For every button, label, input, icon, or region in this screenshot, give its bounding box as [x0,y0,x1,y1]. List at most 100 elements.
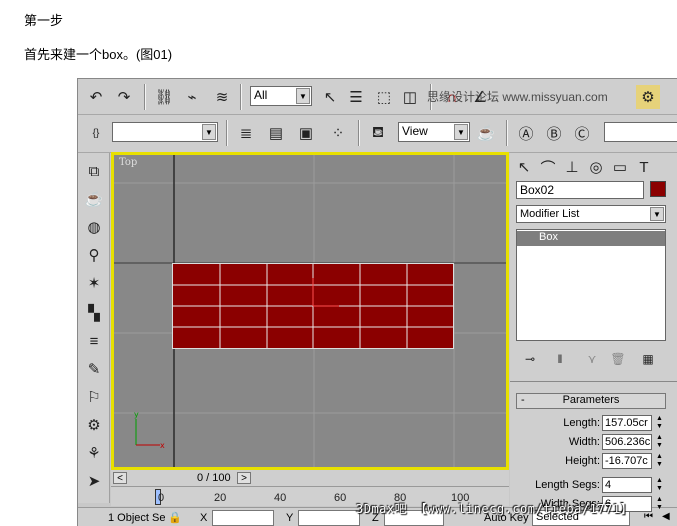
brush-icon[interactable]: ✎ [82,357,106,381]
light-icon[interactable]: ⚲ [82,243,106,267]
object-color-swatch[interactable] [650,181,666,197]
modify-tab-icon[interactable]: ⌒ [536,155,560,179]
parameters-title: Parameters [562,394,620,406]
ruler-tick: 0 [158,492,165,504]
ruler-tick: 40 [274,492,287,504]
command-panel: ↖ ⌒ ⊥ ◎ ▭ T Box02 Modifier List ▼ Box ⊸ … [510,153,677,512]
box-object[interactable] [172,263,454,349]
length-input[interactable]: 157.05cr [602,415,652,431]
redo-icon[interactable]: ↷ [112,85,136,109]
panel-divider [510,381,677,382]
quick-render-icon[interactable]: ☕ [474,121,498,145]
watermark-top: 思缘设计论坛 www.missyuan.com [427,90,608,104]
box-create-icon[interactable]: ⧉ [82,159,106,183]
modifier-stack[interactable]: Box [516,229,666,341]
spinner-icon[interactable]: ▲ ▼ [656,453,664,469]
remove-modifier-icon[interactable]: 🗑 [606,347,630,371]
max-application-window: ↶ ↷ ⛓ ⌁ ≋ All ▼ ↖ ☰ ⬚ ◫ ∩ ∠ ⚙ {} ▼ ≣ ▤ ▣… [77,78,677,526]
param-width: Width: 506.236c ▲ ▼ [516,434,666,452]
spinner-icon[interactable]: ▲ ▼ [656,415,664,431]
window-crossing-icon[interactable]: ◫ [398,85,422,109]
render-b-icon[interactable]: Ⓑ [542,121,566,145]
configure-sets-icon[interactable]: ▦ [636,347,660,371]
pan-icon[interactable]: ➤ [82,469,106,493]
create-tab-icon[interactable]: ↖ [512,155,536,179]
helper-icon[interactable]: ⚘ [82,441,106,465]
reference-coord-dropdown[interactable]: View ▼ [398,122,470,142]
sphere-icon[interactable]: ◍ [82,215,106,239]
teapot-icon[interactable]: ☕ [82,187,106,211]
curve-editor-icon[interactable]: ▤ [264,121,288,145]
paint-icon[interactable]: ⚐ [82,385,106,409]
next-frame-icon[interactable]: > [237,472,251,484]
y-label: Y [286,512,294,524]
render-c-icon[interactable]: Ⓒ [570,121,594,145]
chevron-down-icon: ▼ [202,124,216,140]
stack-item-box[interactable]: Box [517,231,665,246]
spinner-icon[interactable]: ▲ ▼ [656,434,664,450]
pin-stack-icon[interactable]: ⊸ [518,347,542,371]
y-coordinate-field[interactable] [298,510,360,526]
select-link-icon[interactable]: ⛓ [152,85,176,109]
modifier-list-dropdown[interactable]: Modifier List ▼ [516,205,666,223]
show-end-result-icon[interactable]: ‖ [548,347,572,371]
utilities-tab-icon[interactable]: T [632,155,656,179]
article-heading: 第一步 [24,13,64,28]
character-icon[interactable]: ✶ [82,271,106,295]
layer-manager-icon[interactable]: ≣ [234,121,258,145]
x-coordinate-field[interactable] [212,510,274,526]
lock-icon[interactable]: 🔒 [168,511,182,524]
prev-frame-icon[interactable]: < [113,472,127,484]
gear-icon[interactable]: ⚙ [82,413,106,437]
rectangle-selection-icon[interactable]: ⬚ [372,85,396,109]
svg-text:x: x [160,441,165,450]
param-label: Length: [563,417,600,429]
render-setup-icon[interactable]: ⛾ [366,121,390,145]
param-height: Height: -16.707c ▲ ▼ [516,453,666,471]
unlink-icon[interactable]: ⌁ [180,85,204,109]
width-input[interactable]: 506.236c [602,434,652,450]
toolbar-separator [144,84,146,110]
stack-icon[interactable]: ≡ [82,329,106,353]
top-viewport[interactable]: y x Top [111,152,509,470]
selection-filter-value: All [254,88,268,102]
hierarchy-tab-icon[interactable]: ⊥ [560,155,584,179]
param-length: Length: 157.05cr ▲ ▼ [516,415,666,433]
material-editor-icon[interactable]: ⁘ [326,121,350,145]
named-selection-dropdown[interactable]: ▼ [112,122,218,142]
motion-tab-icon[interactable]: ◎ [584,155,608,179]
left-tool-strip: ⧉ ☕ ◍ ⚲ ✶ ▚ ≡ ✎ ⚐ ⚙ ⚘ ➤ [78,153,110,503]
secondary-toolbar: {} ▼ ≣ ▤ ▣ ⁘ ⛾ View ▼ ☕ Ⓐ Ⓑ Ⓒ [78,115,677,153]
collapse-icon: - [521,394,525,406]
x-label: X [200,512,208,524]
height-input[interactable]: -16.707c [602,453,652,469]
highlighted-tool-icon[interactable]: ⚙ [636,85,660,109]
spinner-icon[interactable]: ▲ ▼ [656,496,664,512]
bind-space-warp-icon[interactable]: ≋ [210,85,234,109]
time-slider[interactable]: < 0 / 100 > [111,470,509,486]
ruler-tick: 20 [214,492,227,504]
select-by-name-icon[interactable]: ☰ [344,85,368,109]
make-unique-icon[interactable]: ⋎ [580,347,604,371]
toolbar-separator [358,120,360,146]
frame-counter: 0 / 100 [197,472,231,484]
render-preset-field[interactable] [604,122,677,142]
reference-coord-value: View [402,124,428,138]
named-selection-icon[interactable]: {} [84,121,108,145]
length-segs-input[interactable]: 4 [602,477,652,493]
checker-icon[interactable]: ▚ [82,301,106,325]
object-name-field[interactable]: Box02 [516,181,644,199]
display-tab-icon[interactable]: ▭ [608,155,632,179]
toolbar-separator [226,120,228,146]
selection-count: 1 Object Se [108,512,166,524]
chevron-down-icon: ▼ [650,207,664,221]
select-object-icon[interactable]: ↖ [318,85,342,109]
spinner-icon[interactable]: ▲ ▼ [656,477,664,493]
schematic-view-icon[interactable]: ▣ [294,121,318,145]
undo-icon[interactable]: ↶ [84,85,108,109]
modifier-list-label: Modifier List [520,208,580,220]
render-a-icon[interactable]: Ⓐ [514,121,538,145]
parameters-rollout[interactable]: - Parameters [516,393,666,409]
article-intro: 首先来建一个box。(图01) [24,47,173,62]
selection-filter-dropdown[interactable]: All ▼ [250,86,312,106]
